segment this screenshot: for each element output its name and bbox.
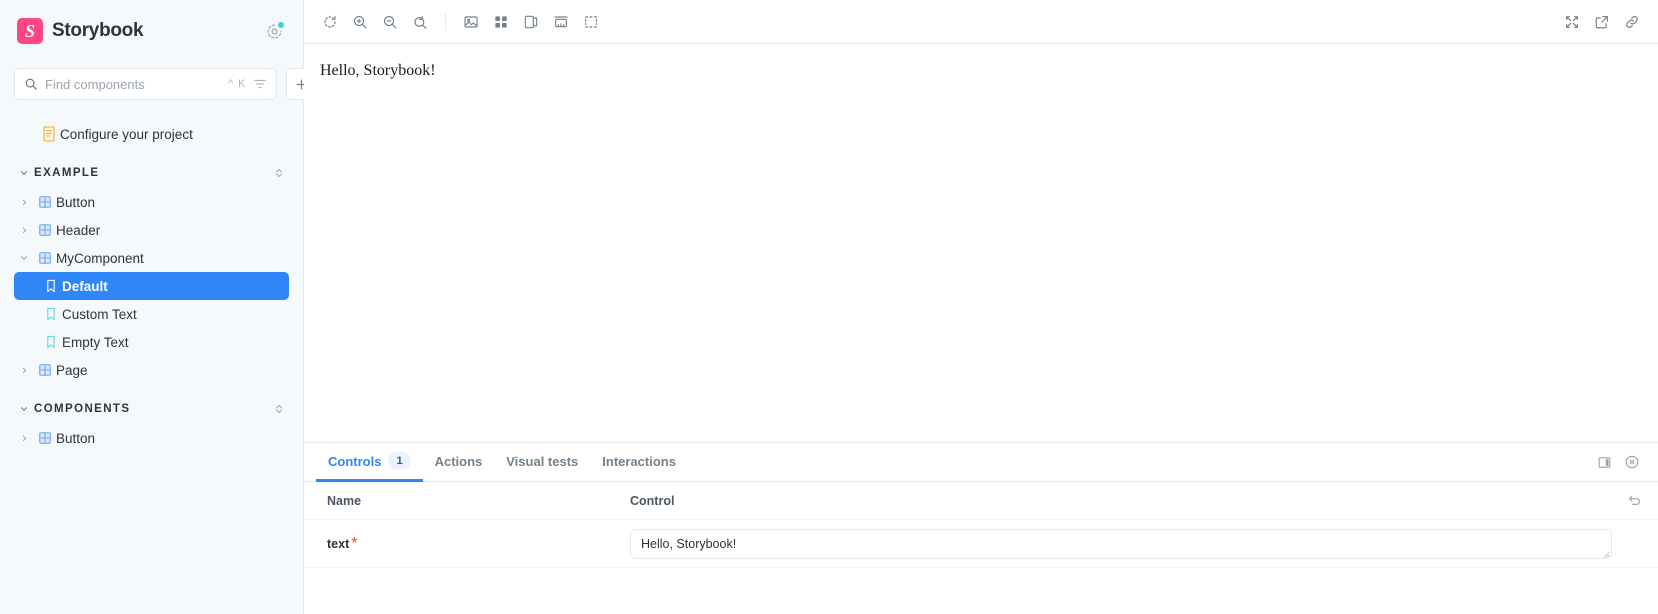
sidebar-item-components-button[interactable]: Button — [14, 424, 289, 452]
reset-controls-icon[interactable] — [1612, 493, 1642, 508]
search-shortcut: ^ K — [228, 77, 246, 90]
story-canvas[interactable]: Hello, Storybook! — [304, 44, 1658, 442]
chevron-down-icon — [14, 253, 34, 263]
backgrounds-icon[interactable] — [457, 8, 485, 36]
brand-title: Storybook — [52, 20, 144, 41]
component-icon — [34, 363, 56, 377]
outline-icon[interactable] — [577, 8, 605, 36]
sidebar-item-custom-text[interactable]: Custom Text — [14, 300, 289, 328]
sidebar-item-page[interactable]: Page — [14, 356, 289, 384]
measure-icon[interactable] — [547, 8, 575, 36]
chevron-right-icon — [14, 434, 34, 443]
chevron-right-icon — [14, 366, 34, 375]
component-icon — [34, 431, 56, 445]
chevron-down-icon — [14, 168, 34, 178]
sidebar-item-default[interactable]: Default — [14, 272, 289, 300]
status-indicator[interactable] — [263, 20, 285, 42]
chevron-right-icon — [14, 198, 34, 207]
chevron-right-icon — [14, 226, 34, 235]
tab-label: Interactions — [602, 453, 676, 469]
sidebar-item-label: Custom Text — [62, 306, 137, 322]
control-name-cell: text * — [320, 535, 630, 553]
story-icon — [40, 335, 62, 349]
sidebar-search-row: ^ K — [14, 68, 318, 100]
sidebar-item-label: Configure your project — [60, 126, 193, 142]
expand-all-icon[interactable] — [273, 402, 289, 416]
grid-icon[interactable] — [487, 8, 515, 36]
sidebar-item-header[interactable]: Header — [14, 216, 289, 244]
required-marker: * — [351, 534, 358, 552]
controls-table-header: Name Control — [304, 482, 1658, 520]
tabs-spacer — [688, 443, 1590, 481]
sidebar: S Storybook ^ K — [0, 0, 318, 614]
document-icon — [38, 126, 60, 142]
component-icon — [34, 195, 56, 209]
tab-visual-tests[interactable]: Visual tests — [494, 443, 590, 482]
text-control-input[interactable]: Hello, Storybook! — [630, 528, 1612, 559]
table-row: text * Hello, Storybook! — [304, 520, 1658, 568]
zoom-reset-icon[interactable] — [406, 8, 434, 36]
search-icon — [24, 77, 38, 91]
addon-panel: Controls 1 Actions Visual tests Interact… — [304, 442, 1658, 614]
shortcut-key: K — [238, 77, 246, 90]
sidebar-item-label: Page — [56, 362, 88, 378]
shortcut-modifier: ^ — [228, 77, 234, 90]
open-new-tab-icon[interactable] — [1588, 8, 1616, 36]
zoom-out-icon[interactable] — [376, 8, 404, 36]
sidebar-item-label: Default — [62, 278, 108, 294]
tab-interactions[interactable]: Interactions — [590, 443, 688, 482]
chevron-down-icon — [14, 404, 34, 414]
close-panel-icon[interactable] — [1618, 448, 1646, 476]
story-icon — [40, 307, 62, 321]
control-name: text — [327, 536, 350, 551]
status-dot-icon — [277, 21, 285, 29]
storybook-logo-icon: S — [17, 18, 43, 44]
tab-label: Visual tests — [506, 453, 579, 469]
canvas-toolbar — [304, 0, 1658, 44]
expand-all-icon[interactable] — [273, 166, 289, 180]
main-area: Hello, Storybook! Controls 1 Actions Vis… — [304, 0, 1658, 614]
storybook-app: S Storybook ^ K — [0, 0, 1658, 614]
filter-icon[interactable] — [253, 77, 267, 91]
copy-link-icon[interactable] — [1618, 8, 1646, 36]
sidebar-item-button[interactable]: Button — [14, 188, 289, 216]
sidebar-item-label: Empty Text — [62, 334, 129, 350]
sidebar-group-components[interactable]: COMPONENTS — [14, 394, 289, 424]
sidebar-item-label: Button — [56, 430, 96, 446]
zoom-in-icon[interactable] — [346, 8, 374, 36]
component-icon — [34, 251, 56, 265]
theme-icon[interactable] — [517, 8, 545, 36]
sidebar-item-label: Button — [56, 194, 96, 210]
search-input[interactable] — [45, 76, 221, 92]
textarea-wrapper: Hello, Storybook! — [630, 528, 1612, 559]
column-header-control: Control — [630, 493, 675, 508]
control-value-cell: Hello, Storybook! — [630, 528, 1612, 559]
tab-controls[interactable]: Controls 1 — [316, 443, 423, 482]
sidebar-group-label: EXAMPLE — [34, 167, 100, 179]
panel-position-icon[interactable] — [1590, 448, 1618, 476]
tab-label: Actions — [434, 453, 483, 469]
controls-count-badge: 1 — [388, 451, 411, 471]
story-icon — [40, 279, 62, 293]
column-header-name: Name — [327, 493, 362, 508]
sidebar-item-empty-text[interactable]: Empty Text — [14, 328, 289, 356]
sidebar-item-label: Header — [56, 222, 101, 238]
sidebar-brand[interactable]: S Storybook — [14, 0, 289, 62]
addon-panel-tabs: Controls 1 Actions Visual tests Interact… — [304, 443, 1658, 482]
component-icon — [34, 223, 56, 237]
toolbar-divider — [445, 12, 446, 31]
canvas-preview-text: Hello, Storybook! — [320, 62, 436, 79]
sidebar-item-configure-your-project[interactable]: Configure your project — [38, 120, 289, 148]
sidebar-tree: Configure your project EXAMPLE Button He… — [14, 120, 289, 452]
tab-actions[interactable]: Actions — [423, 443, 495, 482]
sidebar-group-label: COMPONENTS — [34, 403, 131, 415]
fullscreen-icon[interactable] — [1558, 8, 1586, 36]
sidebar-group-example[interactable]: EXAMPLE — [14, 158, 289, 188]
controls-table: Name Control text * Hello, Storybook! — [304, 482, 1658, 568]
remount-icon[interactable] — [316, 8, 344, 36]
tab-label: Controls — [328, 453, 382, 469]
sidebar-item-label: MyComponent — [56, 250, 144, 266]
search-box[interactable]: ^ K — [14, 68, 277, 100]
sidebar-item-mycomponent[interactable]: MyComponent — [14, 244, 289, 272]
